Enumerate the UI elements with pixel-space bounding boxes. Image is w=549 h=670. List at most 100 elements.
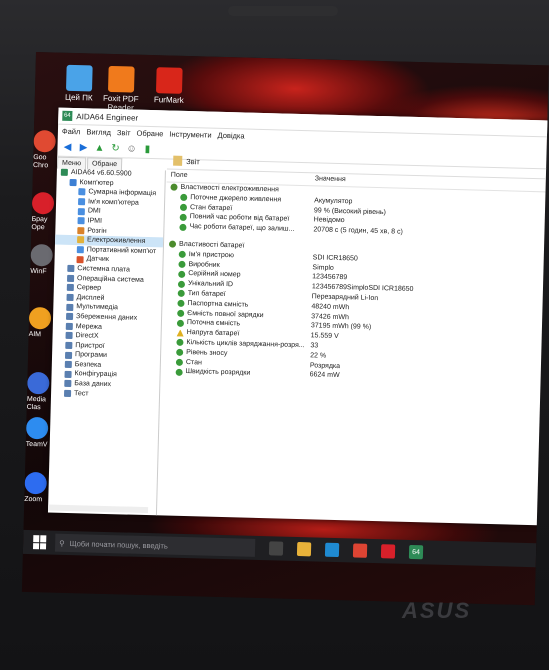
battery-icon [179, 213, 187, 221]
report-button[interactable]: Звіт [186, 156, 200, 165]
battery-icon [178, 270, 186, 278]
menu-item-4[interactable]: Інструменти [169, 130, 211, 140]
battery-icon [176, 319, 185, 327]
up-arrow-icon[interactable]: ▲ [93, 142, 105, 154]
property-value: 22 % [310, 352, 327, 360]
property-value: 33 [310, 342, 319, 350]
battery-icon [178, 260, 186, 268]
left-edge-icon-4[interactable]: Media Clas [26, 371, 54, 413]
back-arrow-icon[interactable]: ◀ [61, 141, 73, 153]
battery-icon [177, 290, 185, 298]
tree-item-label: Тест [73, 389, 89, 398]
left-edge-icon-2[interactable]: WinF [30, 243, 57, 277]
left-edge-icon-5[interactable]: TeamV [25, 416, 53, 450]
screen: Цей ПК Foxit PDF Reader FurMark Goo Chro Бр… [21, 52, 549, 606]
menu-item-3[interactable]: Обране [136, 129, 163, 139]
tree-item-icon [66, 274, 75, 282]
left-edge-label: AIM [28, 330, 42, 339]
property-value: 6624 mW [309, 371, 340, 380]
window-title: AIDA64 Engineer [76, 111, 139, 123]
tree-item-label: DirectX [75, 332, 99, 340]
left-edge-label: Goo Chro [32, 153, 49, 170]
aimp-icon [28, 306, 52, 330]
left-edge-label: Zoom [24, 495, 43, 504]
tree-item-icon [63, 389, 72, 397]
menu-item-2[interactable]: Звіт [117, 128, 131, 137]
tree-item-label: DMI [87, 207, 101, 216]
tree-item-icon [64, 351, 73, 359]
tree-item-icon [65, 322, 73, 330]
details-pane: Звіт Поле Значення Властивості електрожи… [158, 152, 549, 525]
chart-icon[interactable]: ▮ [141, 143, 153, 155]
tree-item-icon [77, 207, 85, 216]
aida64-app-icon: 64 [62, 110, 73, 121]
property-field: Стан [185, 358, 202, 366]
tree-horizontal-scrollbar[interactable] [48, 504, 149, 514]
left-edge-icon-6[interactable]: Zoom [24, 471, 51, 505]
windows-start-icon[interactable] [32, 535, 47, 550]
tree-item-icon [64, 370, 72, 378]
furmark-icon [155, 67, 183, 94]
tree-item-icon [76, 255, 84, 263]
zoom-icon [24, 471, 47, 495]
taskbar-icon-text: 64 [412, 548, 421, 556]
tree-item-icon [60, 168, 68, 177]
left-edge-icon-1[interactable]: Брау Ope [31, 191, 58, 233]
search-icon: ⚲ [59, 538, 65, 548]
battery-section-icon [168, 240, 177, 249]
left-edge-label: WinF [30, 267, 47, 276]
foxit-pdf-icon [107, 65, 135, 93]
opera-icon[interactable] [380, 544, 396, 559]
file-explorer-icon[interactable] [296, 542, 312, 557]
search-placeholder: Щоби почати пошук, введіть [69, 538, 168, 551]
menu-item-0[interactable]: Файл [62, 127, 81, 136]
battery-icon [177, 299, 185, 308]
left-edge-label: TeamV [25, 440, 48, 449]
tree-item-icon [78, 188, 86, 196]
refresh-icon[interactable]: ↻ [109, 142, 121, 154]
tree-item-label: Комп'ютер [79, 178, 114, 187]
tree-item-icon [65, 332, 73, 340]
battery-icon [176, 348, 184, 357]
tree-item-icon [66, 284, 74, 292]
tree-item-label: IPMI [87, 217, 103, 225]
column-header-value[interactable]: Значення [311, 173, 346, 186]
asus-logo: ASUS [402, 598, 472, 623]
menu-item-5[interactable]: Довідка [217, 131, 244, 141]
tree-item-icon [64, 380, 72, 388]
menu-item-1[interactable]: Вигляд [86, 127, 111, 137]
tree-item-icon [77, 217, 85, 225]
left-edge-label: Media Clas [26, 395, 47, 412]
user-icon[interactable]: ☺ [125, 142, 137, 154]
left-edge-icon-0[interactable]: Goo Chro [32, 129, 60, 171]
tree-item-label: Датчик [86, 255, 109, 264]
winf-icon [30, 243, 53, 267]
tree-item-label: Сервер [76, 284, 102, 292]
left-edge-icon-3[interactable]: AIM [28, 306, 55, 340]
battery-section-icon [170, 183, 178, 192]
left-edge-label: Брау Ope [31, 215, 48, 232]
edge-icon[interactable] [324, 542, 340, 558]
task-view-icon[interactable] [268, 541, 284, 556]
chrome-icon[interactable] [352, 543, 368, 558]
battery-icon [179, 203, 188, 211]
desktop-icon-2[interactable]: FurMark [139, 67, 200, 106]
tree-item-icon [66, 293, 74, 302]
taskbar-search-box[interactable]: ⚲ Щоби почати пошук, введіть [54, 533, 256, 557]
tree-item-icon [78, 198, 86, 206]
battery-icon [177, 280, 186, 288]
aida64-icon[interactable]: 64 [408, 544, 424, 560]
tree-item-icon [66, 303, 74, 311]
opera-icon [31, 191, 55, 215]
navigation-tree: AIDA64 v6.60.5900 Комп'ютер Сумарна інформ… [47, 167, 166, 516]
battery-icon [180, 194, 188, 202]
tree-item-icon [64, 361, 72, 369]
forward-arrow-icon[interactable]: ▶ [77, 141, 89, 153]
battery-icon [175, 358, 184, 366]
tree-item[interactable]: Тест [51, 388, 159, 400]
tree-item-icon [76, 236, 85, 244]
report-icon [173, 155, 183, 166]
tree-item-icon [77, 227, 85, 235]
property-field: Швидкість розрядки [185, 368, 251, 378]
media-classic-icon [27, 371, 50, 395]
